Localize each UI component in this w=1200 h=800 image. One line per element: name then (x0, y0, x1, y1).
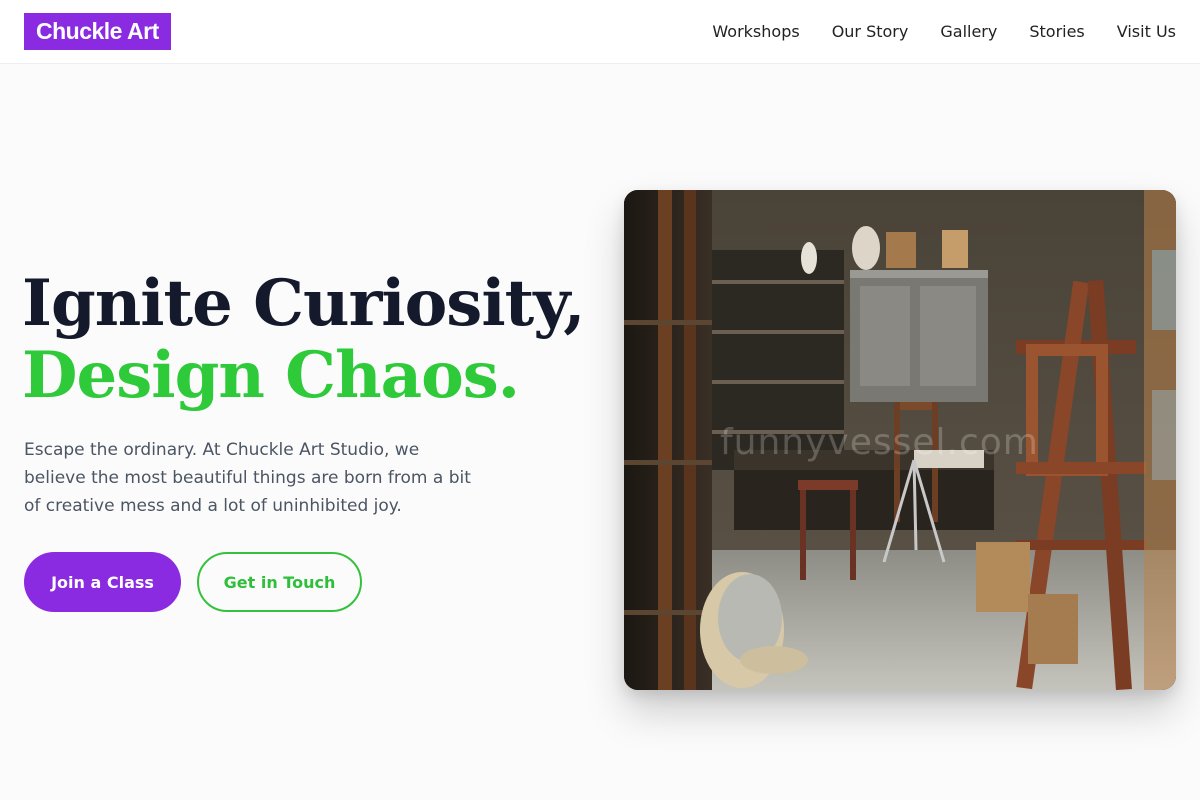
hero-title-line2: Design Chaos. (22, 338, 520, 413)
studio-photo: funnyvessel.com (624, 190, 1176, 690)
nav-link-workshops[interactable]: Workshops (712, 22, 799, 41)
join-class-button[interactable]: Join a Class (24, 552, 181, 612)
brand-logo[interactable]: Chuckle Art (24, 13, 171, 50)
nav-link-gallery[interactable]: Gallery (940, 22, 997, 41)
hero-title-line1: Ignite Curiosity, (22, 266, 586, 341)
nav-link-our-story[interactable]: Our Story (832, 22, 909, 41)
get-in-touch-button[interactable]: Get in Touch (197, 552, 362, 612)
nav-link-stories[interactable]: Stories (1029, 22, 1084, 41)
site-header: Chuckle Art Workshops Our Story Gallery … (0, 0, 1200, 64)
image-watermark: funnyvessel.com (720, 422, 1039, 463)
nav-link-visit-us[interactable]: Visit Us (1117, 22, 1176, 41)
hero-title: Ignite Curiosity, Design Chaos. (22, 268, 602, 412)
hero-description: Escape the ordinary. At Chuckle Art Stud… (24, 440, 471, 516)
main-nav: Workshops Our Story Gallery Stories Visi… (680, 0, 1176, 62)
